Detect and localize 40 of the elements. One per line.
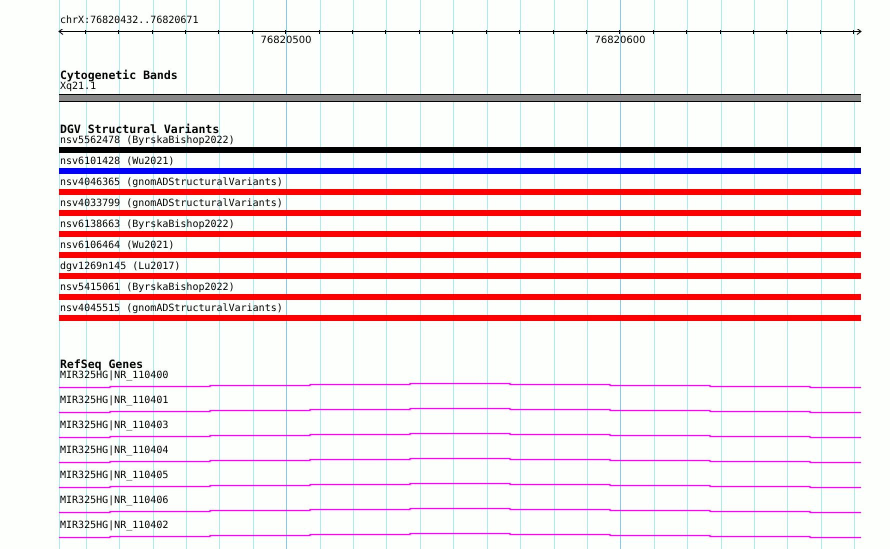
gene-line[interactable]	[59, 408, 861, 414]
variant-label: nsv4045515 (gnomADStructuralVariants)	[59, 303, 284, 315]
variant-bar[interactable]	[59, 147, 861, 153]
gene-label: MIR325HG|NR_110400	[59, 370, 170, 382]
variant-bar[interactable]	[59, 315, 861, 321]
gene-label: MIR325HG|NR_110406	[59, 495, 170, 507]
gene-label: MIR325HG|NR_110403	[59, 420, 170, 432]
cytoband-bar[interactable]	[59, 94, 861, 102]
variant-label: nsv4046365 (gnomADStructuralVariants)	[59, 177, 284, 189]
track-title: DGV Structural Variants	[59, 123, 220, 135]
band-label: Xq21.1	[59, 81, 96, 93]
variant-bar[interactable]	[59, 294, 861, 300]
variant-bar[interactable]	[59, 273, 861, 279]
variant-label: nsv5415061 (ByrskaBishop2022)	[59, 282, 236, 294]
ruler-tick-label: 76820600	[594, 35, 646, 47]
variant-label: nsv6106464 (Wu2021)	[59, 240, 176, 252]
variant-label: nsv5562478 (ByrskaBishop2022)	[59, 135, 236, 147]
gene-line[interactable]	[59, 382, 861, 388]
gene-line[interactable]	[59, 532, 861, 538]
variant-bar[interactable]	[59, 231, 861, 237]
variant-label: nsv4033799 (gnomADStructuralVariants)	[59, 198, 284, 210]
gene-label: MIR325HG|NR_110402	[59, 520, 170, 532]
variant-bar[interactable]	[59, 189, 861, 195]
variant-bar[interactable]	[59, 210, 861, 216]
position-label: chrX:76820432..76820671	[59, 15, 200, 27]
track-title: Cytogenetic Bands	[59, 69, 179, 81]
gene-line[interactable]	[59, 508, 861, 514]
variant-label: nsv6138663 (ByrskaBishop2022)	[59, 219, 236, 231]
variant-bar[interactable]	[59, 252, 861, 258]
gene-line[interactable]	[59, 458, 861, 464]
gene-line[interactable]	[59, 482, 861, 488]
gene-label: MIR325HG|NR_110404	[59, 445, 170, 457]
gene-line[interactable]	[59, 432, 861, 438]
variant-bar[interactable]	[59, 168, 861, 174]
variant-label: nsv6101428 (Wu2021)	[59, 156, 176, 168]
ruler-tick-label: 76820500	[260, 35, 312, 47]
track-title: RefSeq Genes	[59, 358, 144, 370]
gene-label: MIR325HG|NR_110405	[59, 470, 170, 482]
variant-label: dgv1269n145 (Lu2017)	[59, 261, 182, 273]
gene-label: MIR325HG|NR_110401	[59, 395, 170, 407]
